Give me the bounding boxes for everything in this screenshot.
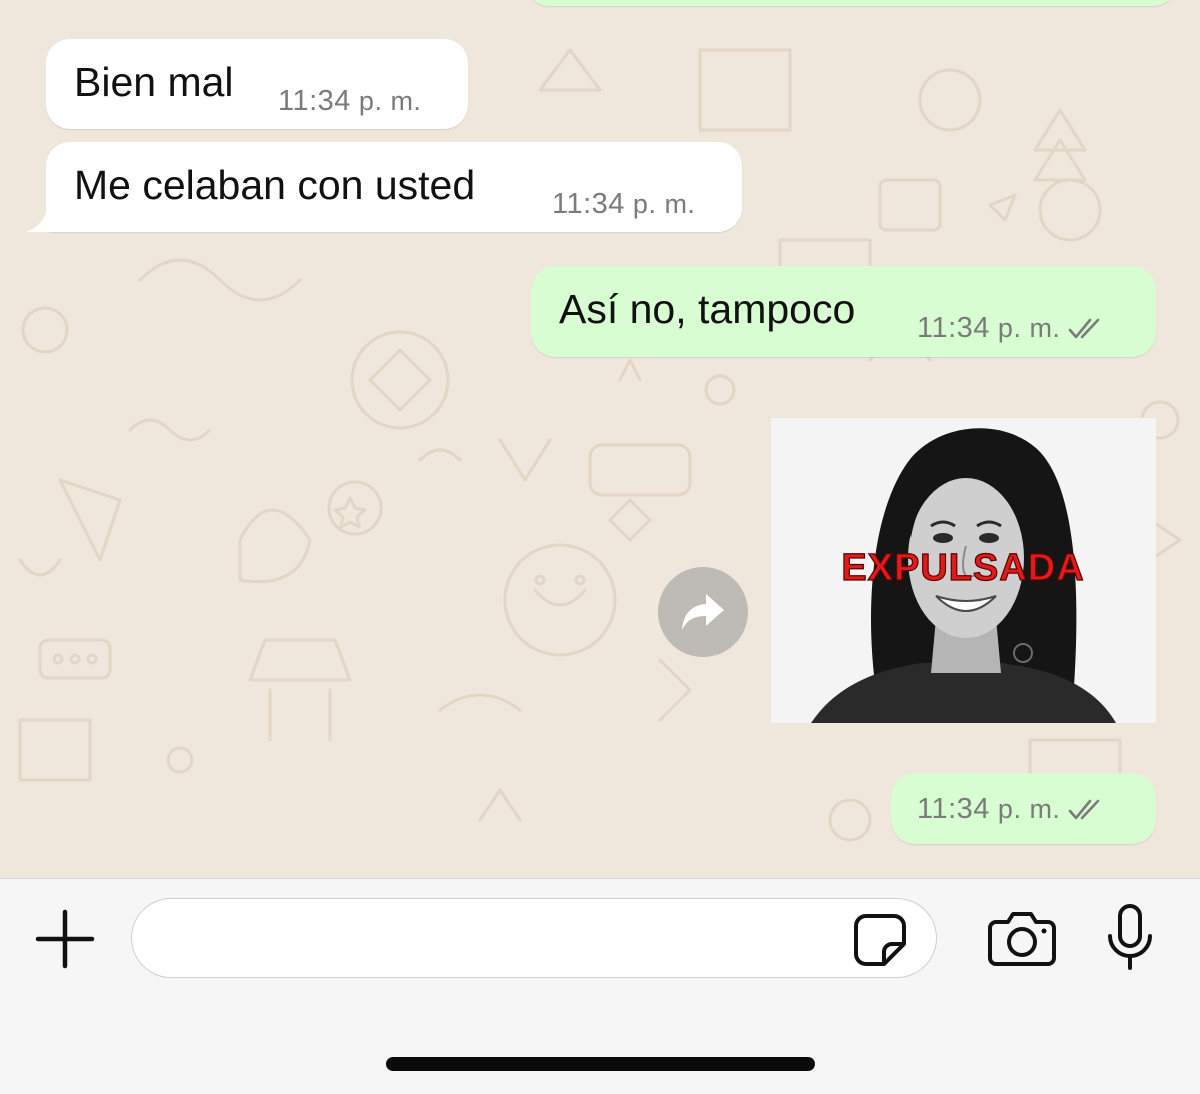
sticker-icon xyxy=(854,914,906,966)
chat-area[interactable]: Bien mal 11:34 p. m. Me celaban con uste… xyxy=(0,0,1200,878)
message-text: Así no, tampoco xyxy=(559,286,856,332)
microphone-button[interactable] xyxy=(1104,902,1156,974)
outgoing-message-bubble[interactable]: Así no, tampoco 11:34 p. m. xyxy=(531,266,1156,357)
sticker-caption: EXPULSADA xyxy=(841,546,1085,586)
incoming-message-bubble[interactable]: Me celaban con usted 11:34 p. m. xyxy=(46,142,742,232)
incoming-message-bubble[interactable]: Bien mal 11:34 p. m. xyxy=(46,39,468,129)
message-text: Bien mal xyxy=(74,59,234,105)
camera-icon xyxy=(988,912,1056,966)
forward-arrow-icon xyxy=(682,594,724,630)
microphone-icon xyxy=(1108,904,1152,970)
message-timestamp: 11:34 p. m. xyxy=(917,793,1108,826)
sticker-image[interactable]: EXPULSADA xyxy=(771,418,1156,723)
message-timestamp: 11:34 p. m. xyxy=(278,85,422,117)
read-ticks-icon xyxy=(1069,799,1100,819)
svg-text:EXPULSADA: EXPULSADA xyxy=(841,547,1084,586)
plus-icon xyxy=(35,909,95,969)
read-ticks-icon xyxy=(1069,318,1100,338)
message-timestamp: 11:34 p. m. xyxy=(917,312,1108,345)
outgoing-message-bubble-partial[interactable] xyxy=(528,0,1174,6)
forward-button[interactable] xyxy=(658,567,748,657)
home-indicator[interactable] xyxy=(386,1057,815,1071)
sticker-button[interactable] xyxy=(852,912,908,968)
outgoing-message-bubble[interactable]: 11:34 p. m. xyxy=(891,773,1156,844)
message-text: Me celaban con usted xyxy=(74,162,476,208)
bubble-tail xyxy=(26,206,56,232)
message-input[interactable] xyxy=(131,898,937,978)
attach-button[interactable] xyxy=(34,908,96,970)
message-timestamp: 11:34 p. m. xyxy=(552,188,696,220)
camera-button[interactable] xyxy=(986,908,1058,968)
